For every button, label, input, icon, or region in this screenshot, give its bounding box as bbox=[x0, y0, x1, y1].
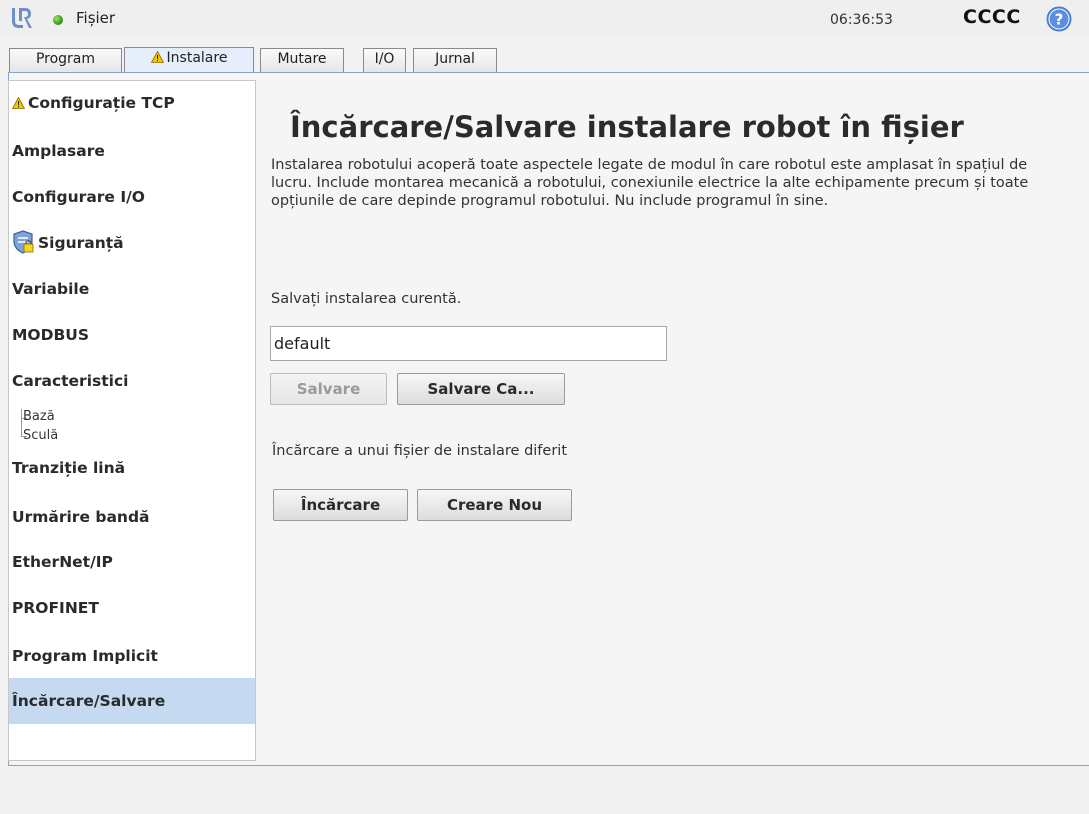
sidebar-item-label: PROFINET bbox=[12, 599, 99, 617]
tab-jurnal[interactable]: Jurnal bbox=[413, 48, 497, 72]
warning-icon bbox=[12, 97, 25, 109]
main-content: Încărcare/Salvare instalare robot în fiș… bbox=[262, 80, 1082, 761]
load-section-label: Încărcare a unui fișier de instalare dif… bbox=[272, 443, 568, 459]
sidebar-item-label: MODBUS bbox=[12, 326, 90, 344]
tab-label: Instalare bbox=[166, 50, 228, 66]
sidebar-item-label: EtherNet/IP bbox=[12, 553, 113, 571]
sidebar-item-label: Variabile bbox=[12, 280, 90, 298]
sidebar-item-profinet[interactable]: PROFINET bbox=[9, 586, 255, 630]
svg-text:?: ? bbox=[1055, 11, 1064, 29]
tab-mutare[interactable]: Mutare bbox=[260, 48, 344, 72]
sidebar-item-label: Siguranță bbox=[38, 234, 124, 252]
help-icon[interactable]: ? bbox=[1046, 6, 1072, 32]
sidebar-subitem-label: Sculă bbox=[23, 428, 59, 443]
sidebar-item-tranzitie-lina[interactable]: Tranziție lină bbox=[9, 446, 255, 490]
sidebar-item-tcp-config[interactable]: Configurație TCP bbox=[9, 81, 255, 125]
robot-name: CCCC bbox=[963, 6, 1021, 28]
safety-shield-icon bbox=[13, 230, 34, 254]
sidebar-item-label: Urmărire bandă bbox=[12, 508, 150, 526]
tab-label: Program bbox=[35, 51, 96, 67]
sidebar-item-label: Tranziție lină bbox=[12, 459, 126, 477]
sidebar-item-label: Configurare I/O bbox=[12, 188, 145, 206]
warning-icon bbox=[150, 51, 164, 63]
save-button[interactable]: Salvare bbox=[270, 373, 387, 405]
page-title: Încărcare/Salvare instalare robot în fiș… bbox=[290, 110, 964, 144]
sidebar-item-urmarire-banda[interactable]: Urmărire bandă bbox=[9, 495, 255, 539]
robot-status-indicator bbox=[53, 15, 63, 25]
sidebar-item-ethernet-ip[interactable]: EtherNet/IP bbox=[9, 540, 255, 584]
save-section-label: Salvați instalarea curentă. bbox=[271, 291, 462, 307]
sidebar-subitem-scula[interactable]: Sculă bbox=[9, 426, 58, 446]
tab-label: Jurnal bbox=[435, 51, 475, 67]
load-button[interactable]: Încărcare bbox=[273, 489, 408, 521]
sidebar-item-label: Amplasare bbox=[12, 142, 105, 160]
sidebar-item-io-config[interactable]: Configurare I/O bbox=[9, 175, 255, 219]
sidebar-item-label: Configurație TCP bbox=[28, 94, 175, 112]
tab-io[interactable]: I/O bbox=[363, 48, 406, 72]
clock: 06:36:53 bbox=[830, 12, 893, 28]
tab-label: I/O bbox=[374, 51, 395, 67]
sidebar-item-safety[interactable]: Siguranță bbox=[9, 221, 255, 265]
sidebar-item-variabile[interactable]: Variabile bbox=[9, 267, 255, 311]
create-new-button[interactable]: Creare Nou bbox=[417, 489, 572, 521]
sidebar-subitem-baza[interactable]: Bază bbox=[9, 407, 55, 427]
sidebar-item-amplasare[interactable]: Amplasare bbox=[9, 129, 255, 173]
file-menu[interactable]: Fișier bbox=[76, 9, 115, 27]
sidebar-item-label: Program Implicit bbox=[12, 647, 158, 665]
tab-label: Mutare bbox=[277, 51, 327, 67]
save-as-button[interactable]: Salvare Ca... bbox=[397, 373, 565, 405]
sidebar-item-label: Caracteristici bbox=[12, 372, 129, 390]
sidebar-subitem-label: Bază bbox=[23, 409, 55, 424]
sidebar-item-label: Încărcare/Salvare bbox=[12, 692, 166, 710]
installation-filename-field[interactable] bbox=[270, 326, 667, 361]
tab-program[interactable]: Program bbox=[9, 48, 122, 72]
sidebar-item-modbus[interactable]: MODBUS bbox=[9, 313, 255, 357]
description-text: Instalarea robotului acoperă toate aspec… bbox=[271, 157, 1029, 209]
sidebar-item-program-implicit[interactable]: Program Implicit bbox=[9, 634, 255, 678]
sidebar-item-caracteristici[interactable]: Caracteristici bbox=[9, 359, 255, 403]
tab-instalare[interactable]: Instalare bbox=[124, 47, 254, 73]
main-tabs: Program Instalare Mutare I/O Jurnal bbox=[0, 47, 1089, 73]
top-bar: Fișier 06:36:53 CCCC ? bbox=[0, 0, 1089, 38]
ur-logo-icon bbox=[12, 8, 32, 28]
sidebar: Configurație TCP Amplasare Configurare I… bbox=[8, 80, 256, 761]
sidebar-item-load-save[interactable]: Încărcare/Salvare bbox=[9, 678, 255, 724]
bottom-bar bbox=[0, 768, 1089, 814]
